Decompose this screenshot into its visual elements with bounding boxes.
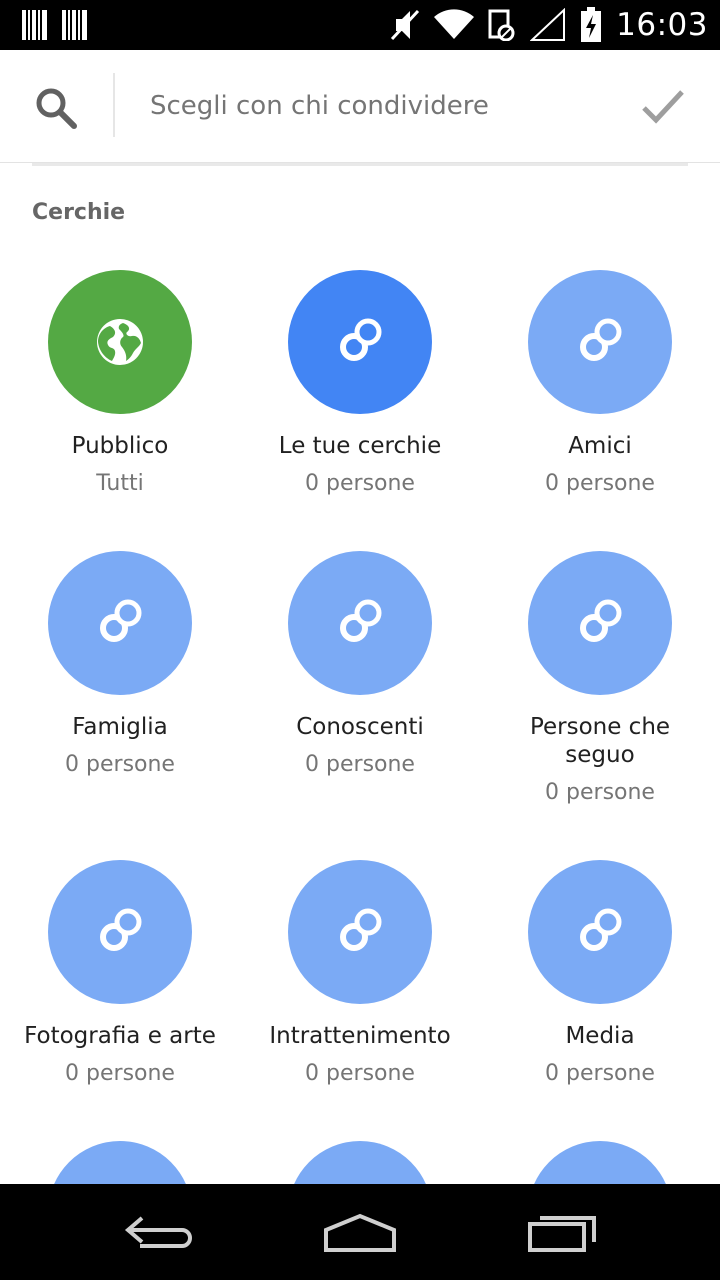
circle-count: 0 persone [545,780,655,805]
circles-icon [100,599,142,642]
circle-tile-le-tue-cerchie[interactable]: Le tue cerchie 0 persone [240,270,480,510]
circle-avatar [288,1141,432,1184]
globe-icon [97,319,143,365]
circle-name: Persone che seguo [529,714,671,768]
circle-avatar [288,860,432,1004]
circle-tile-conoscenti[interactable]: Conoscenti 0 persone [240,551,480,811]
circle-count: 0 persone [65,1061,175,1086]
circle-avatar [528,860,672,1004]
circles-grid: Pubblico Tutti Le tue cerchie 0 persone … [0,0,720,1184]
circle-count: 0 persone [305,471,415,496]
circle-name: Pubblico [71,433,169,459]
circle-tile-amici[interactable]: Amici 0 persone [480,270,720,510]
circles-icon [340,318,382,361]
circles-icon [580,908,622,951]
circle-tile-partial[interactable] [240,1141,480,1184]
circle-count: 0 persone [65,752,175,777]
circle-avatar [528,551,672,695]
navigation-bar [0,1184,720,1280]
circle-avatar [48,270,192,414]
recent-apps-icon[interactable] [522,1210,602,1254]
circle-avatar [48,860,192,1004]
circle-avatar [288,270,432,414]
circle-avatar [528,1141,672,1184]
circles-icon [340,599,382,642]
circles-icon [580,599,622,642]
circle-name: Media [565,1023,635,1049]
circle-count: 0 persone [305,752,415,777]
circle-avatar [48,551,192,695]
home-icon[interactable] [320,1210,400,1254]
circle-count: Tutti [96,471,144,496]
circle-tile-intrattenimento[interactable]: Intrattenimento 0 persone [240,860,480,1100]
circle-count: 0 persone [545,1061,655,1086]
circle-tile-media[interactable]: Media 0 persone [480,860,720,1100]
circle-tile-fotografia-e-arte[interactable]: Fotografia e arte 0 persone [0,860,240,1100]
circle-tile-pubblico[interactable]: Pubblico Tutti [0,270,240,510]
circle-name: Le tue cerchie [278,433,442,459]
circles-icon [100,908,142,951]
circle-avatar [528,270,672,414]
circle-avatar [288,551,432,695]
circle-tile-persone-che-seguo[interactable]: Persone che seguo 0 persone [480,551,720,811]
circle-name: Famiglia [72,714,168,740]
circle-count: 0 persone [305,1061,415,1086]
back-icon[interactable] [120,1210,200,1254]
circle-name: Fotografia e arte [24,1023,216,1049]
circle-tile-partial[interactable] [480,1141,720,1184]
circle-count: 0 persone [545,471,655,496]
circle-avatar [48,1141,192,1184]
circle-name: Conoscenti [296,714,424,740]
circle-name: Intrattenimento [269,1023,451,1049]
circle-tile-partial[interactable] [0,1141,240,1184]
circles-icon [340,908,382,951]
circle-tile-famiglia[interactable]: Famiglia 0 persone [0,551,240,811]
circle-name: Amici [568,433,632,459]
circles-icon [580,318,622,361]
